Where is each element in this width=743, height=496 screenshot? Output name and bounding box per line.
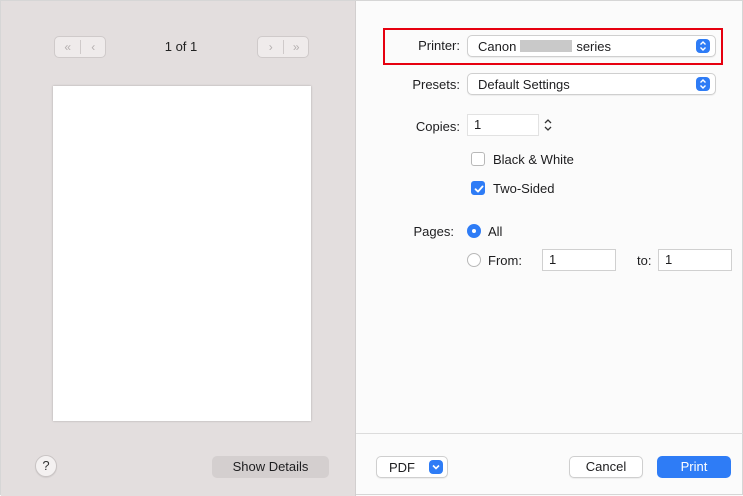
pages-label: Pages: [413, 224, 454, 239]
next-page-controls[interactable]: › » [257, 36, 309, 58]
preview-pane: « ‹ 1 of 1 › » ? Show Details [1, 1, 356, 496]
pdf-label: PDF [389, 460, 415, 475]
chevron-down-icon [429, 460, 443, 474]
footer-divider [356, 433, 743, 434]
two-sided-checkbox[interactable] [471, 181, 485, 195]
first-page-button[interactable]: « [55, 37, 80, 57]
help-button[interactable]: ? [35, 455, 57, 477]
cancel-button[interactable]: Cancel [569, 456, 643, 478]
presets-popup[interactable]: Default Settings [467, 73, 716, 95]
previous-page-button[interactable]: ‹ [81, 37, 106, 57]
last-page-button[interactable]: » [284, 37, 309, 57]
popup-arrows-icon [696, 77, 710, 91]
pages-to-field[interactable]: 1 [658, 249, 732, 271]
presets-label: Presets: [412, 77, 460, 92]
pages-to-label: to: [637, 253, 652, 268]
presets-value: Default Settings [478, 77, 570, 92]
copies-label: Copies: [415, 119, 460, 134]
print-dialog: « ‹ 1 of 1 › » ? Show Details Printer: C… [0, 0, 743, 496]
printer-highlight-box [383, 28, 723, 65]
two-sided-label: Two-Sided [493, 181, 555, 196]
page-preview [53, 86, 311, 421]
pages-all-label: All [488, 224, 503, 239]
copies-field[interactable]: 1 [467, 114, 539, 136]
show-details-button[interactable]: Show Details [212, 456, 329, 478]
checkmark-icon [474, 185, 484, 193]
page-indicator: 1 of 1 [164, 39, 198, 54]
pages-from-field[interactable]: 1 [542, 249, 616, 271]
next-page-button[interactable]: › [258, 37, 283, 57]
copies-stepper[interactable] [542, 115, 554, 135]
black-white-label: Black & White [493, 152, 574, 167]
pages-from-label: From: [488, 253, 522, 268]
pdf-menu-button[interactable]: PDF [376, 456, 448, 478]
previous-page-controls[interactable]: « ‹ [54, 36, 106, 58]
pages-from-radio[interactable] [467, 253, 481, 267]
print-button[interactable]: Print [657, 456, 731, 478]
pages-all-radio[interactable] [467, 224, 481, 238]
black-white-checkbox[interactable] [471, 152, 485, 166]
